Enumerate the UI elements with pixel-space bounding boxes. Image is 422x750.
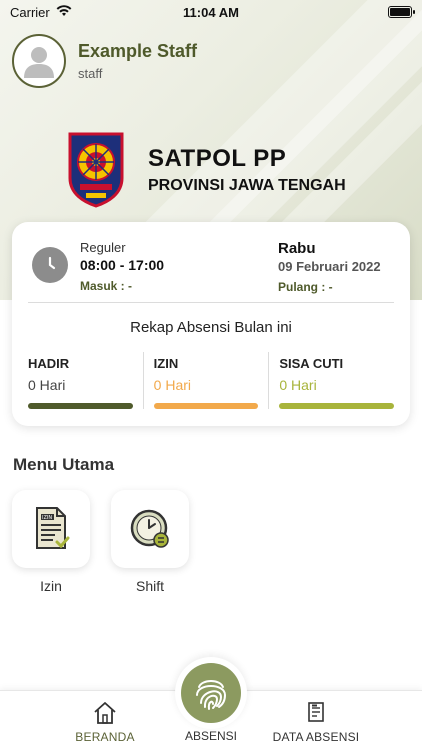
stat-label: IZIN [153,356,179,371]
organization-brand: SATPOL PP PROVINSI JAWA TENGAH [66,132,346,208]
home-icon [94,702,116,724]
fingerprint-icon [196,680,227,710]
organization-title: SATPOL PP [148,145,287,172]
nav-label: ABSENSI [184,729,238,743]
absensi-button[interactable] [181,663,241,723]
menu-tile[interactable]: IZIN [12,490,90,568]
avatar[interactable] [12,34,66,88]
check-in-status: Masuk : - [80,279,133,293]
svg-text:IZIN: IZIN [42,515,52,521]
battery-icon [388,6,415,18]
date-info: Rabu 09 Februari 2022 Pulang : - [278,240,381,294]
menu-title: Menu Utama [13,455,115,474]
nav-data-absensi[interactable]: DATA ABSENSI [268,701,364,744]
card-divider [28,302,394,303]
absensi-button-container [175,657,247,729]
nav-label: BERANDA [75,730,135,744]
clock-icon [32,247,68,283]
current-date: 09 Februari 2022 [278,259,381,274]
recap-stats: HADIR 0 Hari IZIN 0 Hari SISA CUTI 0 Har… [28,352,395,409]
menu-item-label: Shift [135,578,164,594]
menu-tile[interactable] [111,490,189,568]
stat-hadir: HADIR 0 Hari [28,352,143,409]
organization-subtitle: PROVINSI JAWA TENGAH [148,177,346,194]
stat-bar [153,403,259,409]
attendance-summary-card: Reguler 08:00 - 17:00 Masuk : - Rabu 09 … [12,222,410,426]
user-profile[interactable]: Example Staff staff [12,34,197,88]
shift-info: Reguler 08:00 - 17:00 Masuk : - [80,240,164,293]
user-icon [24,47,54,78]
stat-label: HADIR [28,356,70,371]
stat-bar [279,403,395,409]
menu-item-shift[interactable]: Shift [111,490,189,594]
menu-item-izin[interactable]: IZIN Izin [12,490,90,594]
shift-hours: 08:00 - 17:00 [80,257,165,273]
user-name: Example Staff [78,41,198,61]
recap-title: Rekap Absensi Bulan ini [130,319,292,336]
stat-value: 0 Hari [279,377,317,393]
permit-document-icon: IZIN [36,507,70,549]
stat-value: 0 Hari [153,377,192,393]
stat-label: SISA CUTI [279,356,344,371]
clock-time: 11:04 AM [183,4,239,20]
check-out-status: Pulang : - [278,280,333,294]
status-bar: Carrier 11:04 AM [0,0,422,24]
nav-beranda[interactable]: BERANDA [70,701,140,744]
shift-clock-icon [130,509,169,548]
menu-item-label: Izin [40,578,62,594]
stat-value: 0 Hari [28,377,66,393]
stat-bar [28,403,133,409]
day-name: Rabu [278,240,316,257]
nav-label: DATA ABSENSI [272,730,360,744]
report-icon [308,702,324,722]
stat-sisa-cuti: SISA CUTI 0 Hari [268,352,395,409]
stat-izin: IZIN 0 Hari [142,352,269,409]
user-role: staff [78,66,103,81]
satpol-pp-emblem-icon [68,132,124,208]
shift-type: Reguler [80,240,126,255]
